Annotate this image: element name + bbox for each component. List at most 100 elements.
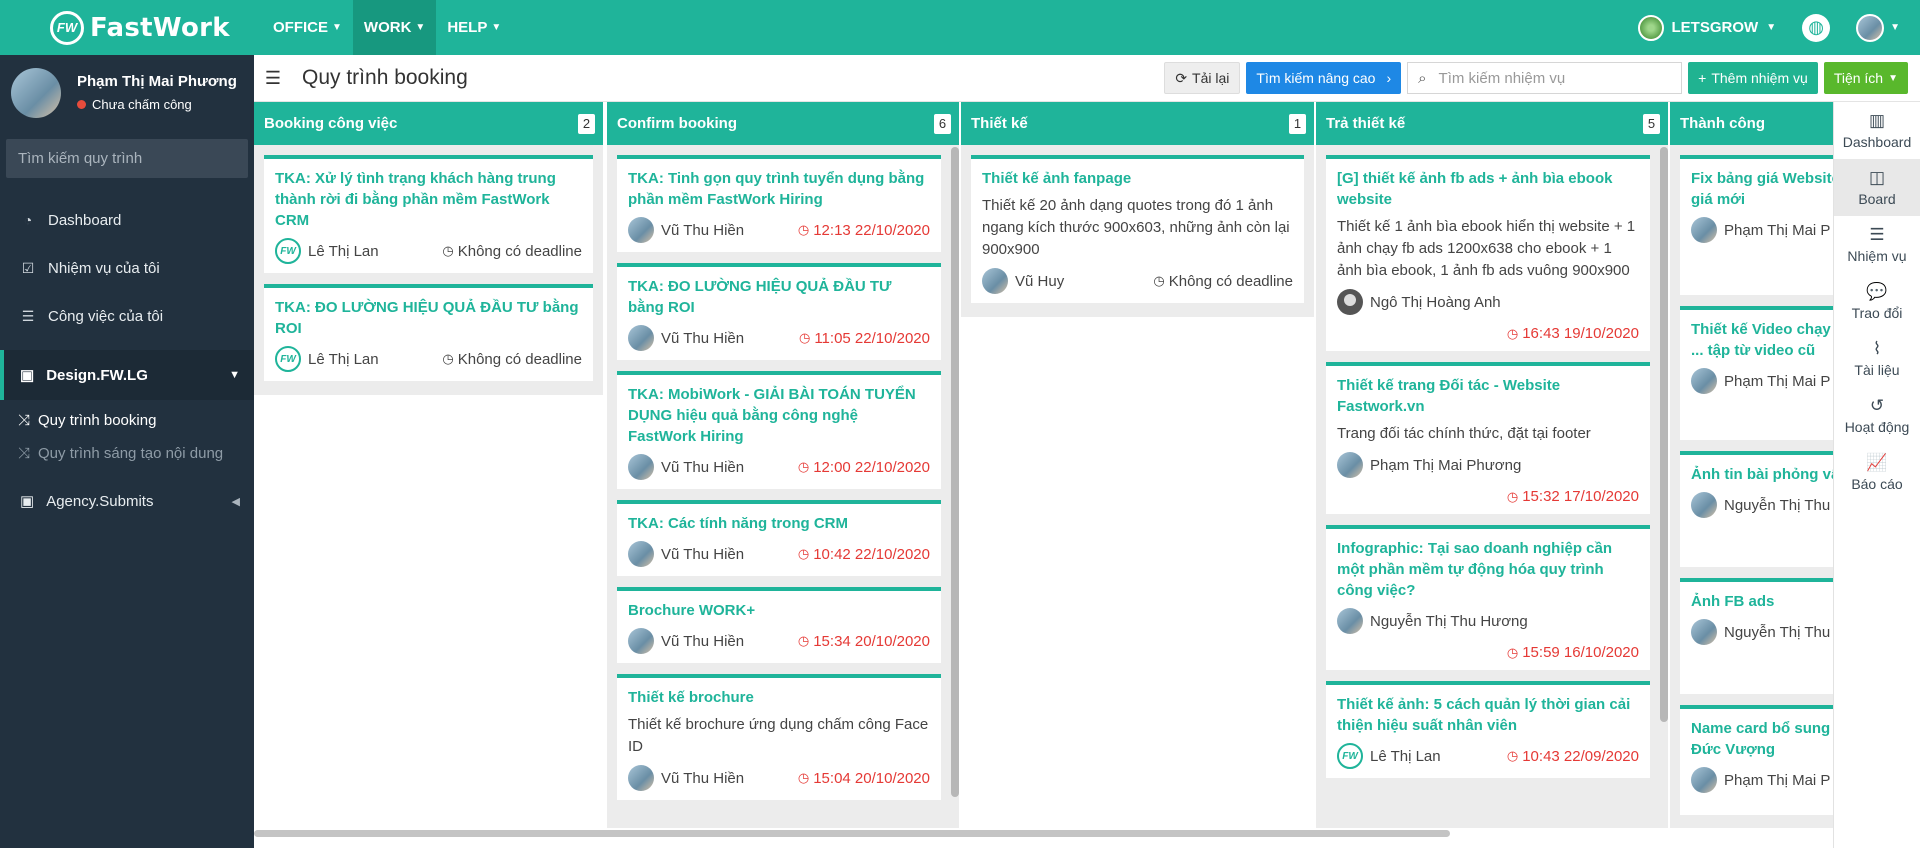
menu-work[interactable]: WORK ▼ — [352, 0, 437, 55]
task-deadline-row: ◷ 15:59 16/10/2020 — [1337, 644, 1639, 661]
globe-icon[interactable]: ◍ — [1802, 13, 1831, 42]
rail-documents[interactable]: ⌇ Tài liệu — [1834, 330, 1920, 387]
sidebar-sub-booking[interactable]: ⤨ Quy trình booking — [0, 404, 254, 437]
rail-discussion[interactable]: 💬 Trao đổi — [1834, 273, 1920, 330]
user-menu[interactable]: ▼ — [1856, 13, 1900, 42]
add-task-button[interactable]: + Thêm nhiệm vụ — [1688, 62, 1818, 94]
assignee-name: Vũ Thu Hiền — [661, 545, 745, 563]
assignee-name: Nguyễn Thị Thu — [1724, 496, 1831, 514]
task-title[interactable]: Fix bảng giá Website giá mới — [1691, 168, 1834, 210]
workflow-search-input[interactable]: Tìm kiếm quy trình — [6, 139, 248, 178]
task-card[interactable]: Thiết kế Video chạy ... tập từ video cũ … — [1680, 306, 1834, 440]
task-card[interactable]: Thiết kế brochure Thiết kế brochure ứng … — [617, 674, 941, 800]
task-card[interactable]: [G] thiết kế ảnh fb ads + ảnh bìa ebook … — [1326, 155, 1650, 351]
sidebar-item-dashboard[interactable]: ◔ Dashboard — [0, 196, 254, 244]
task-title[interactable]: TKA: Các tính năng trong CRM — [628, 513, 930, 534]
task-title[interactable]: Ảnh FB ads — [1691, 591, 1834, 612]
column-scrollbar[interactable] — [1660, 147, 1668, 722]
clock-icon: ◷ — [797, 459, 810, 474]
task-meta: Phạm Thị Mai P — [1691, 767, 1834, 793]
task-title[interactable]: TKA: ĐO LƯỜNG HIỆU QUẢ ĐẦU TƯ bằng ROI — [628, 276, 930, 318]
task-card[interactable]: Brochure WORK+ Vũ Thu Hiền ◷ 15:34 20/10/2… — [617, 587, 941, 663]
task-title[interactable]: TKA: Xử lý tình trạng khách hàng trung t… — [275, 168, 582, 231]
deadline: ◷ Không có deadline — [442, 243, 582, 260]
task-title[interactable]: Ảnh tin bài phỏng vấ — [1691, 464, 1834, 485]
task-card[interactable]: Thiết kế ảnh: 5 cách quản lý thời gian c… — [1326, 681, 1650, 778]
task-card[interactable]: Thiết kế ảnh fanpage Thiết kế 20 ảnh dạn… — [971, 155, 1304, 303]
chevron-right-icon: › — [1386, 70, 1392, 86]
utilities-button[interactable]: Tiện ích ▼ — [1823, 62, 1908, 94]
assignee-name: Phạm Thị Mai P — [1724, 771, 1831, 789]
sidebar-group-agency[interactable]: ▣ Agency.Submits ◀ — [0, 476, 254, 526]
rail-board[interactable]: ◫ Board — [1834, 159, 1920, 216]
org-switcher[interactable]: LETSGROW ▼ — [1637, 14, 1776, 41]
task-card[interactable]: TKA: MobiWork - GIẢI BÀI TOÁN TUYỂN DỤNG… — [617, 371, 941, 489]
rail-reports[interactable]: 📈 Báo cáo — [1834, 444, 1920, 501]
assignee-avatar — [982, 268, 1008, 294]
task-title[interactable]: TKA: MobiWork - GIẢI BÀI TOÁN TUYỂN DỤNG… — [628, 384, 930, 447]
task-card[interactable]: Infographic: Tại sao doanh nghiệp cần mộ… — [1326, 525, 1650, 670]
sidebar-item-my-jobs[interactable]: ☰ Công việc của tôi — [0, 292, 254, 340]
board-column: Thành công Fix bảng giá Website giá mới … — [1670, 102, 1834, 828]
brand-logo[interactable]: FW FastWork — [0, 0, 254, 55]
column-title: Trả thiết kế — [1326, 115, 1406, 132]
top-navbar: FW FastWork OFFICE ▼ WORK ▼ HELP ▼ LETSGROW… — [0, 0, 1920, 55]
sidebar-item-my-tasks[interactable]: ☑ Nhiệm vụ của tôi — [0, 244, 254, 292]
task-card[interactable]: TKA: Xử lý tình trạng khách hàng trung t… — [264, 155, 593, 273]
sidebar: Phạm Thị Mai Phương Chưa chấm công Tìm k… — [0, 55, 254, 848]
task-search-input[interactable]: ⌕ Tìm kiếm nhiệm vụ — [1407, 62, 1683, 94]
task-card[interactable]: TKA: Các tính năng trong CRM Vũ Thu Hiền… — [617, 500, 941, 576]
column-count-badge: 1 — [1289, 113, 1306, 134]
menu-office[interactable]: OFFICE ▼ — [262, 0, 353, 55]
menu-office-label: OFFICE — [273, 19, 328, 36]
rail-tasks[interactable]: ☰ Nhiệm vụ — [1834, 216, 1920, 273]
task-card[interactable]: TKA: ĐO LƯỜNG HIỆU QUẢ ĐẦU TƯ bằng ROI V… — [617, 263, 941, 360]
task-title[interactable]: Name card bổ sung - Đức Vượng — [1691, 718, 1834, 760]
advanced-search-button[interactable]: Tìm kiếm nâng cao › — [1246, 62, 1402, 94]
task-card[interactable]: TKA: Tinh gọn quy trình tuyển dụng bằng … — [617, 155, 941, 252]
task-title[interactable]: Thiết kế ảnh: 5 cách quản lý thời gian c… — [1337, 694, 1639, 736]
assignee-name: Nguyễn Thị Thu Hương — [1370, 612, 1528, 630]
task-title[interactable]: Brochure WORK+ — [628, 600, 930, 621]
task-card[interactable]: Ảnh FB ads Nguyễn Thị Thu — [1680, 578, 1834, 694]
task-card[interactable]: TKA: ĐO LƯỜNG HIỆU QUẢ ĐẦU TƯ bằng ROI F… — [264, 284, 593, 381]
sidebar-menu: ◔ Dashboard ☑ Nhiệm vụ của tôi ☰ Công việc … — [0, 196, 254, 340]
task-meta: Nguyễn Thị Thu — [1691, 619, 1834, 645]
deadline-text: 10:42 22/10/2020 — [813, 545, 930, 563]
task-meta: FW Lê Thị Lan ◷ Không có deadline — [275, 346, 582, 372]
rail-dashboard[interactable]: ▥ Dashboard — [1834, 102, 1920, 159]
task-title[interactable]: TKA: Tinh gọn quy trình tuyển dụng bằng … — [628, 168, 930, 210]
top-right-tools: LETSGROW ▼ ◍ ▼ — [1637, 0, 1920, 55]
scrollbar-thumb[interactable] — [254, 830, 1450, 837]
sidebar-group-label: Design.FW.LG — [46, 366, 148, 384]
assignee: Vũ Thu Hiền — [628, 541, 744, 567]
reload-button[interactable]: ⟳ Tải lại — [1164, 62, 1241, 94]
task-card[interactable]: Fix bảng giá Website giá mới Phạm Thị Ma… — [1680, 155, 1834, 295]
task-title[interactable]: Infographic: Tại sao doanh nghiệp cần mộ… — [1337, 538, 1639, 601]
task-title[interactable]: Thiết kế trang Đối tác - Website Fastwor… — [1337, 375, 1639, 417]
task-deadline-row: ◷ 16:43 19/10/2020 — [1337, 325, 1639, 342]
assignee: Vũ Thu Hiền — [628, 454, 744, 480]
task-meta: Vũ Thu Hiền ◷ 15:04 20/10/2020 — [628, 765, 930, 791]
deadline-text: 12:13 22/10/2020 — [813, 221, 930, 239]
menu-help[interactable]: HELP ▼ — [436, 0, 512, 55]
assignee-name: Ngô Thị Hoàng Anh — [1370, 293, 1501, 311]
task-meta: Vũ Thu Hiền ◷ 12:00 22/10/2020 — [628, 454, 930, 480]
sidebar-sub-content[interactable]: ⤨ Quy trình sáng tạo nội dung — [0, 437, 254, 470]
task-title[interactable]: Thiết kế ảnh fanpage — [982, 168, 1293, 189]
task-title[interactable]: Thiết kế Video chạy ... tập từ video cũ — [1691, 319, 1834, 361]
column-scrollbar[interactable] — [951, 147, 959, 797]
task-title[interactable]: [G] thiết kế ảnh fb ads + ảnh bìa ebook … — [1337, 168, 1639, 210]
rail-activity[interactable]: ↺ Hoạt động — [1834, 387, 1920, 444]
task-title[interactable]: Thiết kế brochure — [628, 687, 930, 708]
task-title[interactable]: TKA: ĐO LƯỜNG HIỆU QUẢ ĐẦU TƯ bằng ROI — [275, 297, 582, 339]
sidebar-group-design[interactable]: ▣ Design.FW.LG ▼ — [0, 350, 254, 400]
profile-avatar[interactable] — [11, 67, 61, 118]
bar-chart-icon: ▥ — [1868, 110, 1886, 130]
task-card[interactable]: Name card bổ sung - Đức Vượng Phạm Thị M… — [1680, 705, 1834, 815]
task-meta: Vũ Thu Hiền ◷ 12:13 22/10/2020 — [628, 217, 930, 243]
hamburger-icon[interactable]: ☰ — [254, 68, 292, 89]
task-card[interactable]: Thiết kế trang Đối tác - Website Fastwor… — [1326, 362, 1650, 514]
task-card[interactable]: Ảnh tin bài phỏng vấ Nguyễn Thị Thu — [1680, 451, 1834, 567]
board-horizontal-scrollbar[interactable] — [254, 828, 1920, 848]
